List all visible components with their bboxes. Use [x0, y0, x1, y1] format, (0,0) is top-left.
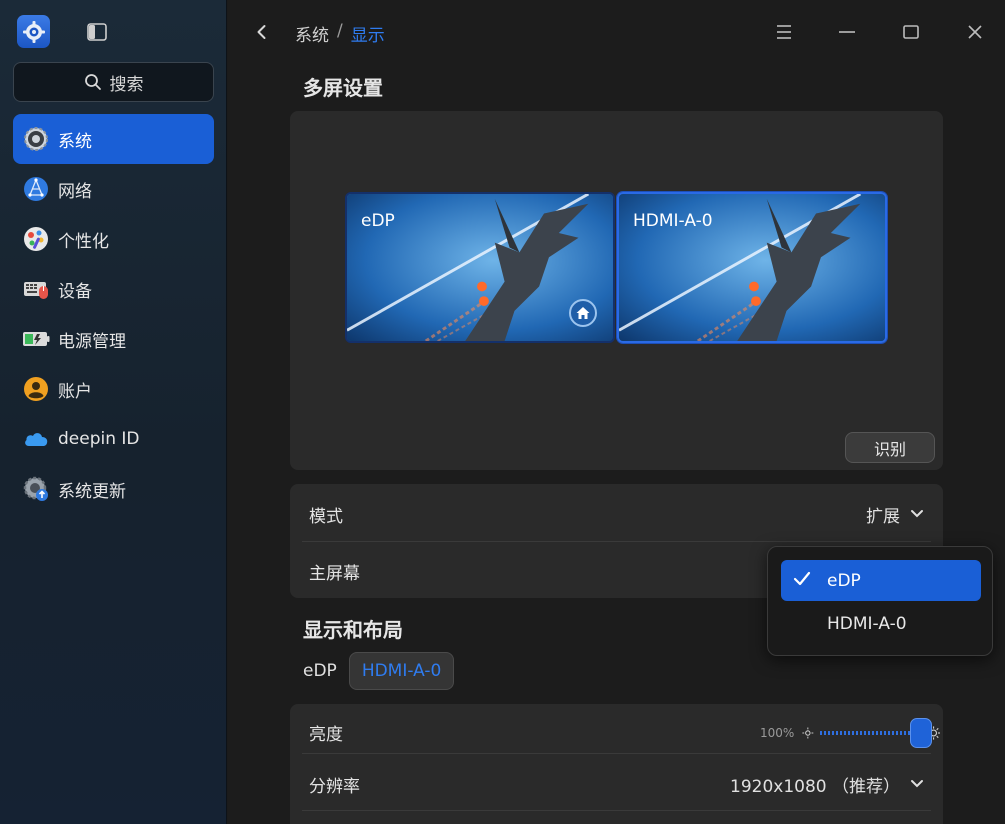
sidebar-item-label: 账户 — [58, 381, 92, 402]
display-layout-title: 显示和布局 — [303, 618, 403, 642]
sun-small-icon — [802, 727, 814, 739]
brightness-thumb[interactable] — [910, 718, 932, 748]
update-icon — [22, 475, 50, 503]
resolution-value: 1920x1080 （推荐） — [730, 776, 900, 797]
breadcrumb: 系统 / 显示 — [295, 21, 385, 46]
close-icon — [968, 25, 982, 39]
brightness-track[interactable] — [820, 718, 932, 748]
mode-row[interactable]: 模式 扩展 — [290, 486, 943, 542]
menu-button[interactable] — [772, 20, 796, 44]
breadcrumb-display: 显示 — [350, 26, 385, 46]
dropdown-option-label: HDMI-A-0 — [827, 613, 907, 634]
tab-hdmi[interactable]: HDMI-A-0 — [348, 652, 455, 690]
brightness-label: 亮度 — [309, 724, 343, 745]
sidebar-item-power[interactable]: 电源管理 — [13, 314, 214, 364]
multi-screen-title: 多屏设置 — [303, 76, 383, 100]
titlebar: 系统 / 显示 — [228, 0, 1005, 64]
personalization-icon — [22, 225, 50, 253]
sidebar-item-label: 网络 — [58, 181, 92, 202]
divider — [302, 810, 931, 811]
sidebar-item-label: 系统更新 — [58, 481, 126, 502]
monitor-label: HDMI-A-0 — [633, 211, 713, 231]
brightness-value: 100% — [760, 726, 795, 740]
multi-screen-panel: eDP HDMI-A-0 识别 — [290, 111, 943, 470]
checkmark-icon — [793, 571, 811, 586]
settings-gear-icon — [17, 15, 50, 48]
chevron-down-icon — [911, 780, 923, 788]
hamburger-menu-icon — [777, 25, 791, 39]
display-settings-card: 亮度 100% 分辨率 1920x1080 （推荐） — [290, 704, 943, 824]
sidebar-panel-icon — [87, 23, 107, 41]
display-tabs: eDP HDMI-A-0 — [303, 652, 455, 690]
sidebar-item-label: 系统 — [58, 131, 92, 152]
sidebar-item-label: deepin ID — [58, 429, 140, 449]
main-content: 系统 / 显示 多屏设置 eDP HDMI-A-0 识别 模式 扩展 主屏幕 显… — [228, 0, 1005, 824]
sidebar-item-network[interactable]: 网络 — [13, 164, 214, 214]
back-button[interactable] — [252, 22, 272, 42]
sidebar-item-label: 设备 — [58, 281, 92, 302]
brightness-slider[interactable]: 100% — [760, 718, 940, 748]
cloud-icon — [22, 425, 50, 453]
mode-value: 扩展 — [866, 506, 900, 527]
divider — [302, 753, 931, 754]
monitor-label: eDP — [361, 211, 395, 231]
dropdown-option-hdmi[interactable]: HDMI-A-0 — [781, 603, 981, 644]
network-icon — [22, 175, 50, 203]
monitor-edp[interactable]: eDP — [345, 192, 615, 343]
system-gear-icon — [22, 125, 50, 153]
sidebar-item-devices[interactable]: 设备 — [13, 264, 214, 314]
identify-button[interactable]: 识别 — [845, 432, 935, 463]
resolution-row[interactable]: 分辨率 1920x1080 （推荐） — [290, 756, 943, 812]
chevron-down-icon — [911, 510, 923, 518]
sidebar-nav: 系统 网络 个性化 设备 电源管理 账户 deepin ID 系统更新 — [13, 114, 214, 514]
search-placeholder: 搜索 — [109, 74, 144, 95]
sidebar-item-account[interactable]: 账户 — [13, 364, 214, 414]
chevron-left-icon — [257, 25, 266, 39]
search-input[interactable]: 搜索 — [13, 62, 214, 102]
breadcrumb-system[interactable]: 系统 — [295, 21, 329, 46]
minimize-button[interactable] — [835, 20, 859, 44]
divider — [302, 541, 931, 542]
sidebar-item-deepin-id[interactable]: deepin ID — [13, 414, 214, 464]
maximize-button[interactable] — [899, 20, 923, 44]
maximize-icon — [903, 25, 919, 39]
mode-label: 模式 — [309, 506, 343, 527]
account-icon — [22, 375, 50, 403]
sidebar-item-label: 电源管理 — [58, 331, 126, 352]
sidebar-item-system[interactable]: 系统 — [13, 114, 214, 164]
home-icon — [569, 299, 597, 327]
breadcrumb-separator: / — [337, 21, 343, 41]
dropdown-option-edp[interactable]: eDP — [781, 560, 981, 601]
minimize-icon — [839, 31, 855, 33]
tab-edp[interactable]: eDP — [303, 652, 349, 690]
monitor-hdmi[interactable]: HDMI-A-0 — [617, 192, 887, 343]
sidebar-item-label: 个性化 — [58, 231, 109, 252]
primary-screen-dropdown: eDP HDMI-A-0 — [767, 546, 993, 656]
resolution-label: 分辨率 — [309, 776, 360, 797]
close-button[interactable] — [963, 20, 987, 44]
primary-screen-label: 主屏幕 — [309, 563, 360, 584]
power-icon — [22, 325, 50, 353]
sidebar: 搜索 系统 网络 个性化 设备 电源管理 账户 deepin ID 系统更新 — [0, 0, 227, 824]
sidebar-item-update[interactable]: 系统更新 — [13, 464, 214, 514]
sidebar-item-personalization[interactable]: 个性化 — [13, 214, 214, 264]
search-icon — [84, 74, 101, 90]
dropdown-option-label: eDP — [827, 570, 861, 591]
sidebar-toggle-button[interactable] — [86, 22, 108, 42]
devices-icon — [22, 275, 50, 303]
